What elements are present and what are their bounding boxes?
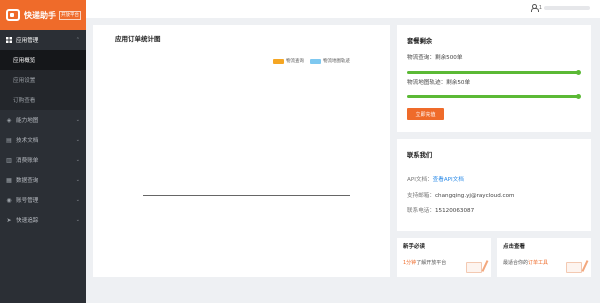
chevron-down-icon: ⌄	[75, 177, 80, 183]
brand-name: 快递助手	[24, 10, 56, 20]
sidebar-item-quick-track[interactable]: ➤ 快速追踪 ⌄	[0, 210, 86, 230]
sidebar-item-label: 快速追踪	[16, 218, 39, 224]
sidebar-item-label: 技术文档	[16, 138, 39, 144]
beginner-guide-card[interactable]: 新手必读 1分钟了解开放平台	[397, 238, 491, 277]
progress-dot	[576, 70, 581, 75]
view-highlight: 订单工具	[528, 260, 549, 266]
sidebar-item-label: 应用设置	[13, 78, 36, 84]
sidebar-item-capability-map[interactable]: ◈ 能力地图 ⌄	[0, 110, 86, 130]
package-item-label: 物流查询：剩余500单	[407, 55, 463, 61]
phone-label: 联系电话：	[407, 208, 435, 214]
chart-title: 应用订单统计图	[115, 35, 161, 43]
chevron-down-icon: ⌄	[75, 197, 80, 203]
sidebar-item-label: 账号管理	[16, 198, 39, 204]
package-progress-bar	[407, 70, 581, 75]
package-remaining-panel: 套餐剩余 物流查询：剩余500单 物流地图轨迹：剩余50单 立即充值	[397, 25, 591, 132]
contact-panel: 联系我们 API文档：查看API文档 支持邮箱：changqing.yj@ray…	[397, 139, 591, 231]
brand-header[interactable]: 快递助手 开放平台	[0, 0, 86, 30]
view-text: 最适合你的订单工具	[503, 259, 548, 266]
guide-title: 新手必读	[403, 244, 426, 250]
contact-title: 联系我们	[407, 152, 433, 159]
top-bar: 1	[86, 0, 600, 18]
api-doc-link[interactable]: 查看API文档	[433, 177, 464, 183]
email-value: changqing.yj@raycloud.com	[434, 193, 515, 199]
contact-phone-row: 联系电话：15120063087	[407, 206, 474, 214]
legend-label: 物流地图轨迹	[323, 59, 350, 64]
guide-desc: 了解开放平台	[416, 260, 447, 266]
paper-plane-icon: ➤	[6, 216, 12, 224]
book-icon: ▤	[6, 136, 12, 144]
recharge-button[interactable]: 立即充值	[407, 108, 444, 120]
sidebar-item-label: 应用概览	[13, 58, 36, 64]
chevron-down-icon: ⌄	[75, 157, 80, 163]
sidebar-item-app-overview[interactable]: 应用概览	[0, 50, 86, 70]
bill-icon: ▥	[6, 156, 12, 164]
user-icon	[530, 4, 539, 12]
sidebar-item-label: 应用管理	[16, 38, 39, 44]
grid-icon	[6, 37, 12, 43]
legend-item-logistics-map[interactable]: 物流地图轨迹	[310, 58, 350, 64]
sidebar: 快递助手 开放平台 应用管理 ⌃ 应用概览 应用设置 订购查看 ◈ 能力地图 ⌄…	[0, 0, 86, 303]
guide-highlight: 1分钟	[403, 260, 417, 266]
sidebar-nav: 应用管理 ⌃ 应用概览 应用设置 订购查看 ◈ 能力地图 ⌄ ▤ 技术文档 ⌄ …	[0, 30, 86, 230]
map-icon: ◈	[6, 116, 12, 124]
sidebar-item-account[interactable]: ◉ 账号管理 ⌄	[0, 190, 86, 210]
chevron-down-icon: ⌄	[75, 117, 80, 123]
email-label: 支持邮箱：	[407, 193, 435, 199]
chevron-down-icon: ⌄	[75, 137, 80, 143]
sidebar-item-label: 能力地图	[16, 118, 39, 124]
user-name-prefix: 1	[538, 4, 542, 11]
sidebar-item-data-query[interactable]: ▦ 数据查询 ⌄	[0, 170, 86, 190]
user-icon: ◉	[6, 196, 12, 204]
sidebar-item-app-settings[interactable]: 应用设置	[0, 70, 86, 90]
document-illustration-icon	[464, 260, 489, 274]
api-label: API文档：	[407, 177, 433, 183]
contact-api-row: API文档：查看API文档	[407, 175, 464, 183]
logo-icon	[6, 9, 20, 21]
user-menu[interactable]: 1	[530, 4, 590, 12]
order-tool-card[interactable]: 点击查看 最适合你的订单工具	[497, 238, 591, 277]
chevron-up-icon: ⌃	[75, 37, 80, 43]
view-desc: 最适合你的	[503, 260, 529, 266]
sidebar-item-label: 订购查看	[13, 98, 36, 104]
sidebar-item-order-view[interactable]: 订购查看	[0, 90, 86, 110]
sidebar-item-label: 消费账单	[16, 158, 39, 164]
contact-email-row: 支持邮箱：changqing.yj@raycloud.com	[407, 191, 514, 199]
package-progress-bar	[407, 94, 581, 99]
order-chart-panel: 应用订单统计图 物流查询 物流地图轨迹	[93, 25, 390, 277]
chevron-down-icon: ⌄	[75, 217, 80, 223]
chart-legend: 物流查询 物流地图轨迹	[273, 58, 350, 64]
tool-illustration-icon	[564, 260, 589, 274]
sidebar-item-app-management[interactable]: 应用管理 ⌃	[0, 30, 86, 50]
chart-x-axis	[143, 195, 350, 196]
package-item-label: 物流地图轨迹：剩余50单	[407, 80, 471, 86]
database-icon: ▦	[6, 176, 12, 184]
sidebar-item-billing[interactable]: ▥ 消费账单 ⌄	[0, 150, 86, 170]
legend-label: 物流查询	[286, 59, 304, 64]
legend-swatch-orange	[273, 58, 284, 64]
brand-tag: 开放平台	[59, 10, 81, 20]
package-title: 套餐剩余	[407, 38, 433, 45]
legend-swatch-blue	[310, 58, 321, 64]
phone-value: 15120063087	[434, 208, 475, 214]
sidebar-item-tech-docs[interactable]: ▤ 技术文档 ⌄	[0, 130, 86, 150]
view-title: 点击查看	[503, 244, 526, 250]
progress-dot	[576, 94, 581, 99]
guide-text: 1分钟了解开放平台	[403, 259, 446, 266]
legend-item-logistics-query[interactable]: 物流查询	[273, 58, 304, 64]
sidebar-item-label: 数据查询	[16, 178, 39, 184]
user-name-redacted	[544, 5, 590, 10]
